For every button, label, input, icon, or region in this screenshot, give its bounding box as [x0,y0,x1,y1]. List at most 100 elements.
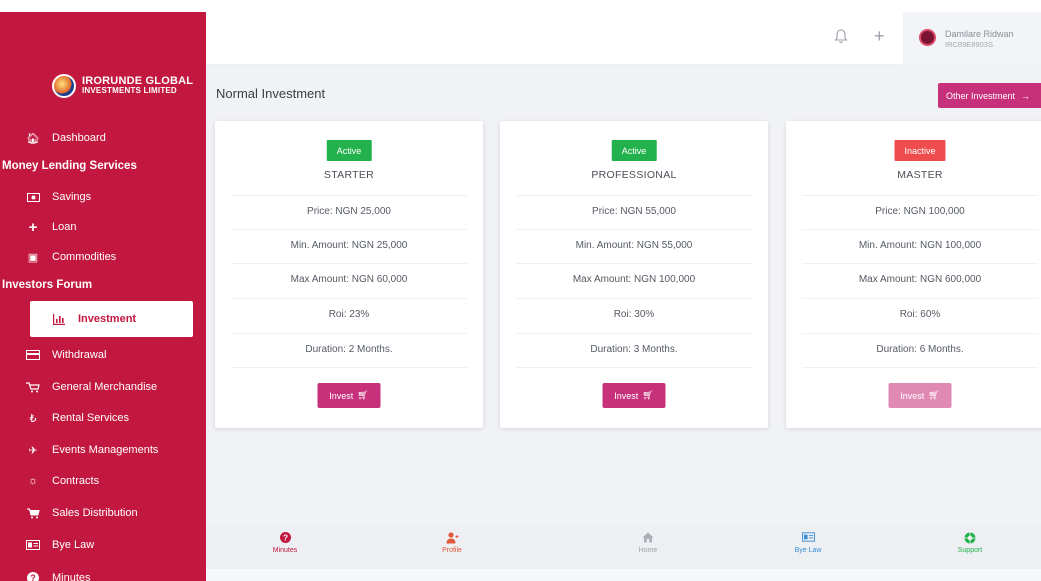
sidebar-item-label: Investment [78,313,137,325]
plan-min-amount: Min. Amount: NGN 100,000 [802,229,1038,261]
id-card-icon [26,538,40,552]
plan-duration: Duration: 6 Months. [802,333,1038,365]
sidebar-item-label: Withdrawal [52,349,107,361]
sidebar-item-label: Savings [52,191,92,203]
plan-name: MASTER [897,169,943,181]
sidebar-heading-investors-forum: Investors Forum [2,279,93,291]
sidebar-item-rental-services[interactable]: ₺ Rental Services [0,404,206,432]
bottom-nav: ? Minutes Profile Home Bye Law Support [206,526,1041,569]
shopping-cart-icon [26,506,40,520]
plan-roi: Roi: 30% [516,298,752,330]
invest-button[interactable]: Invest 🛒︎ [317,383,381,408]
plan-price: Price: NGN 25,000 [231,195,467,227]
question-icon: ? [245,532,325,545]
bottom-nav-bye-law[interactable]: Bye Law [768,532,848,554]
invest-button[interactable]: Invest 🛒︎ [888,383,952,408]
sidebar-item-investment[interactable]: Investment [30,301,193,337]
cart-icon: 🛒︎ [642,390,654,400]
plan-max-amount: Max Amount: NGN 100,000 [516,263,752,295]
bell-icon[interactable] [834,29,850,45]
plan-duration: Duration: 2 Months. [231,333,467,365]
invest-button[interactable]: Invest 🛒︎ [602,383,666,408]
cart-icon: 🛒︎ [928,390,940,400]
plan-min-amount: Min. Amount: NGN 25,000 [231,229,467,261]
sidebar-item-loan[interactable]: + Loan [0,213,206,241]
avatar [919,29,936,46]
bottom-nav-profile[interactable]: Profile [412,532,492,554]
plan-card-master: Inactive MASTER Price: NGN 100,000 Min. … [786,121,1041,428]
svg-text:?: ? [282,533,287,542]
sidebar-item-label: General Merchandise [52,381,158,393]
sidebar-item-label: Events Managements [52,444,159,456]
question-icon: ? [26,571,40,581]
sidebar-item-label: Loan [52,221,77,233]
sidebar-item-commodities[interactable]: ▣ Commodities [0,243,206,271]
plan-min-amount: Min. Amount: NGN 55,000 [516,229,752,261]
user-icon [412,532,492,545]
other-investment-button[interactable]: Other Investment → [938,83,1041,108]
page-title: Normal Investment [216,86,326,101]
sidebar-item-dashboard[interactable]: 🏠︎ Dashboard [0,124,206,152]
main-content: Normal Investment Other Investment → Act… [206,65,1041,581]
sidebar-item-contracts[interactable]: ☼ Contracts [0,467,206,495]
status-badge: Inactive [894,140,946,161]
sidebar-item-label: Rental Services [52,412,130,424]
plan-price: Price: NGN 55,000 [516,195,752,227]
sidebar-item-general-merchandise[interactable]: General Merchandise [0,373,206,401]
plan-card-professional: Active PROFESSIONAL Price: NGN 55,000 Mi… [500,121,768,428]
sidebar-item-events-managements[interactable]: ✈︎ Events Managements [0,436,206,464]
id-card-icon [768,532,848,545]
logo-icon [52,74,76,98]
footer-strip [206,569,1041,581]
brand-subtitle: INVESTMENTS LIMITED [82,86,177,95]
sidebar-item-label: Minutes [52,572,91,581]
cart-icon [26,380,40,394]
bar-chart-icon [52,312,66,326]
sidebar-item-label: Sales Distribution [52,507,138,519]
divider [231,367,467,368]
rental-icon: ₺ [29,412,37,425]
bottom-nav-support[interactable]: Support [930,532,1010,554]
sidebar-item-withdrawal[interactable]: Withdrawal [0,341,206,369]
cubes-icon: ▣ [27,251,39,264]
bottom-nav-minutes[interactable]: ? Minutes [245,532,325,554]
plan-max-amount: Max Amount: NGN 60,000 [231,263,467,295]
status-badge: Active [611,140,657,161]
bottom-nav-home[interactable]: Home [608,532,688,554]
arrow-right-icon: → [1021,90,1031,101]
divider [802,367,1038,368]
sidebar-item-label: Bye Law [52,539,95,551]
plan-price: Price: NGN 100,000 [802,195,1038,227]
user-menu[interactable]: Damilare Ridwan IRC89E8903S [903,12,1041,65]
brand-logo[interactable]: IRORUNDE GLOBAL INVESTMENTS LIMITED [52,74,193,98]
user-name: Damilare Ridwan [945,29,1014,39]
sidebar-item-label: Dashboard [52,132,106,144]
home-icon: 🏠︎ [26,132,40,145]
plan-duration: Duration: 3 Months. [516,333,752,365]
sidebar-item-bye-law[interactable]: Bye Law [0,531,206,559]
plan-roi: Roi: 60% [802,298,1038,330]
sidebar-item-savings[interactable]: Savings [0,183,206,211]
sidebar: IRORUNDE GLOBAL INVESTMENTS LIMITED 🏠︎ D… [0,12,206,581]
sidebar-item-minutes[interactable]: ? Minutes [0,564,206,581]
divider [516,367,752,368]
plan-card-starter: Active STARTER Price: NGN 25,000 Min. Am… [215,121,483,428]
plan-name: PROFESSIONAL [591,169,677,181]
cart-icon: 🛒︎ [357,390,369,400]
credit-card-icon [26,348,40,362]
user-id: IRC89E8903S [945,40,993,49]
status-badge: Active [326,140,372,161]
sidebar-item-label: Contracts [52,475,100,487]
add-icon[interactable]: + [874,27,885,45]
sidebar-item-sales-distribution[interactable]: Sales Distribution [0,499,206,527]
sidebar-item-label: Commodities [52,251,117,263]
brand-name: IRORUNDE GLOBAL [82,75,194,87]
handshake-icon: ☼ [27,475,39,487]
plan-roi: Roi: 23% [231,298,467,330]
support-icon [930,532,1010,545]
sidebar-heading-money-lending: Money Lending Services [2,160,137,172]
money-icon [26,190,40,204]
plane-icon: ✈︎ [28,444,38,457]
plus-icon: + [28,218,38,236]
plan-max-amount: Max Amount: NGN 600,000 [802,263,1038,295]
